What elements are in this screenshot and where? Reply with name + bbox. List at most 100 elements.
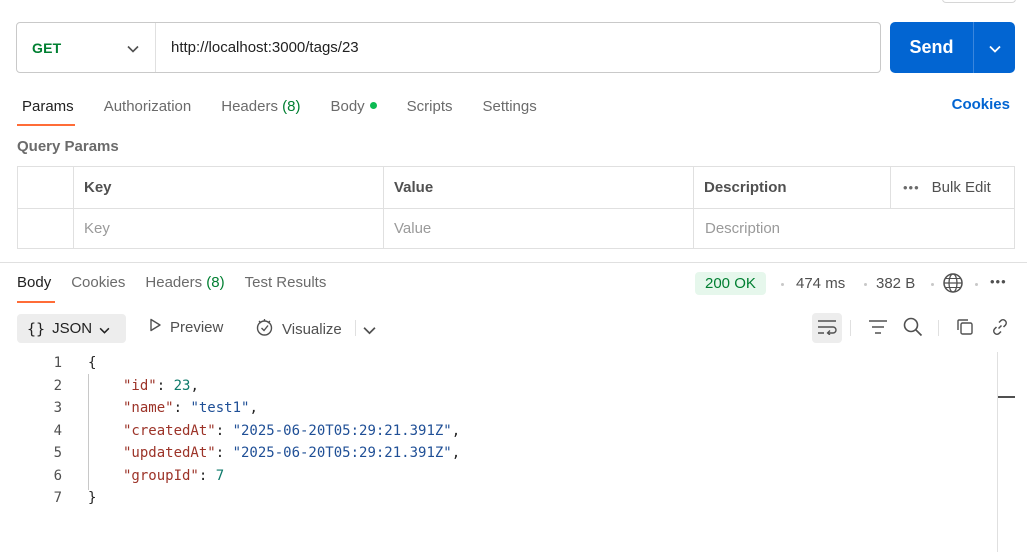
code-text: "createdAt": "2025-06-20T05:29:21.391Z", — [123, 422, 461, 439]
wrap-lines-icon — [817, 319, 837, 338]
visualize-icon — [255, 318, 274, 341]
value-input[interactable]: Value — [384, 209, 694, 248]
response-tab-cookies[interactable]: Cookies — [71, 274, 125, 291]
close-brace: } — [88, 490, 97, 507]
table-row: Key Value Description — [18, 208, 1014, 248]
json-trail: , — [249, 400, 258, 417]
json-key: "groupId" — [123, 467, 199, 484]
toolbar-separator — [850, 320, 851, 336]
json-braces-icon: {} — [27, 319, 46, 338]
send-options-button[interactable] — [974, 22, 1015, 73]
meta-separator — [931, 283, 934, 286]
search-button[interactable] — [898, 313, 928, 343]
response-body-code[interactable]: 1 { 2 "id": 23, 3 "name": "test1", 4 "cr… — [0, 352, 997, 510]
response-tab-body[interactable]: Body — [17, 274, 51, 291]
tab-headers[interactable]: Headers (8) — [221, 98, 300, 115]
request-tabs: Params Authorization Headers (8) Body Sc… — [22, 96, 567, 116]
preview-button[interactable]: Preview — [148, 318, 223, 336]
wrap-lines-button[interactable] — [812, 313, 842, 343]
response-tabs: Body Cookies Headers (8) Test Results — [17, 274, 346, 291]
meta-separator — [781, 283, 784, 286]
key-input[interactable]: Key — [74, 209, 384, 248]
toolbar-separator — [355, 320, 356, 336]
link-button[interactable] — [985, 313, 1015, 343]
code-line: 3 "name": "test1", — [0, 397, 997, 420]
vertical-scrollbar[interactable] — [997, 352, 998, 552]
indent-guide — [88, 374, 89, 490]
code-line: 6 "groupId": 7 — [0, 465, 997, 488]
tab-params[interactable]: Params — [22, 98, 74, 115]
json-key: "id" — [123, 377, 157, 394]
search-icon — [903, 317, 923, 340]
json-value: "2025-06-20T05:29:21.391Z" — [232, 422, 452, 439]
method-select[interactable]: GET — [17, 23, 156, 72]
chevron-down-icon — [99, 321, 110, 337]
response-tab-headers[interactable]: Headers (8) — [145, 274, 224, 291]
method-label: GET — [32, 39, 62, 56]
json-key: "name" — [123, 400, 174, 417]
description-input[interactable]: Description — [694, 209, 1014, 248]
bulk-edit-button[interactable]: ••• Bulk Edit — [903, 179, 991, 196]
request-url-bar: GET — [16, 22, 881, 73]
json-key: "updatedAt" — [123, 445, 216, 462]
copy-button[interactable] — [950, 313, 980, 343]
tab-settings[interactable]: Settings — [483, 98, 537, 115]
status-badge[interactable]: 200 OK — [695, 272, 766, 295]
line-number: 6 — [53, 467, 62, 484]
code-line: 7 } — [0, 487, 997, 510]
description-column-header: Description — [694, 167, 891, 208]
response-tab-headers-label: Headers — [145, 274, 203, 291]
bulk-edit-cell: ••• Bulk Edit — [891, 167, 1014, 208]
filter-button[interactable] — [863, 313, 893, 343]
more-icon: ••• — [903, 180, 920, 195]
tab-scripts[interactable]: Scripts — [407, 98, 453, 115]
meta-separator — [975, 283, 978, 286]
checkbox-column-header — [18, 167, 74, 208]
row-checkbox-cell — [18, 209, 74, 248]
value-column-header: Value — [384, 167, 694, 208]
json-key: "createdAt" — [123, 422, 216, 439]
body-indicator-dot — [369, 102, 377, 110]
chevron-down-icon[interactable] — [363, 322, 376, 338]
url-input[interactable] — [156, 23, 880, 72]
json-trail: , — [451, 422, 461, 439]
tab-body[interactable]: Body — [330, 97, 377, 115]
line-number: 4 — [53, 422, 62, 439]
chevron-down-icon — [127, 40, 139, 56]
scrollbar-position-marker — [998, 396, 1015, 398]
globe-icon[interactable] — [942, 272, 964, 297]
response-time[interactable]: 474 ms — [796, 275, 845, 292]
play-icon — [148, 318, 162, 336]
more-options-icon[interactable]: ••• — [990, 274, 1007, 289]
format-label: JSON — [52, 320, 93, 337]
tab-body-label: Body — [330, 97, 365, 115]
code-text: "name": "test1", — [123, 400, 258, 417]
send-button[interactable]: Send — [890, 22, 974, 73]
active-response-tab-indicator — [17, 301, 55, 303]
table-header-row: Key Value Description ••• Bulk Edit — [18, 167, 1014, 208]
code-line: 5 "updatedAt": "2025-06-20T05:29:21.391Z… — [0, 442, 997, 465]
response-size[interactable]: 382 B — [876, 275, 915, 292]
json-value: "test1" — [190, 400, 250, 417]
copy-icon — [956, 318, 974, 339]
json-trail: , — [451, 445, 461, 462]
active-tab-indicator — [17, 124, 75, 126]
link-icon — [990, 317, 1010, 340]
format-select[interactable]: {} JSON — [17, 314, 126, 343]
cookies-link[interactable]: Cookies — [952, 96, 1010, 113]
visualize-button[interactable]: Visualize — [255, 318, 342, 341]
code-text: "id": 23, — [123, 377, 199, 394]
line-number: 1 — [53, 355, 62, 372]
top-edge-control — [942, 0, 1016, 3]
query-params-table: Key Value Description ••• Bulk Edit Key … — [17, 166, 1015, 249]
code-text: "updatedAt": "2025-06-20T05:29:21.391Z", — [123, 445, 461, 462]
code-text: { — [62, 355, 96, 371]
tab-authorization[interactable]: Authorization — [104, 98, 192, 115]
preview-label: Preview — [170, 318, 224, 336]
meta-separator — [864, 283, 867, 286]
response-tab-test-results[interactable]: Test Results — [245, 274, 327, 291]
visualize-label: Visualize — [282, 321, 342, 338]
bulk-edit-label: Bulk Edit — [931, 179, 991, 196]
json-trail: , — [190, 377, 199, 394]
line-number: 5 — [53, 445, 62, 462]
